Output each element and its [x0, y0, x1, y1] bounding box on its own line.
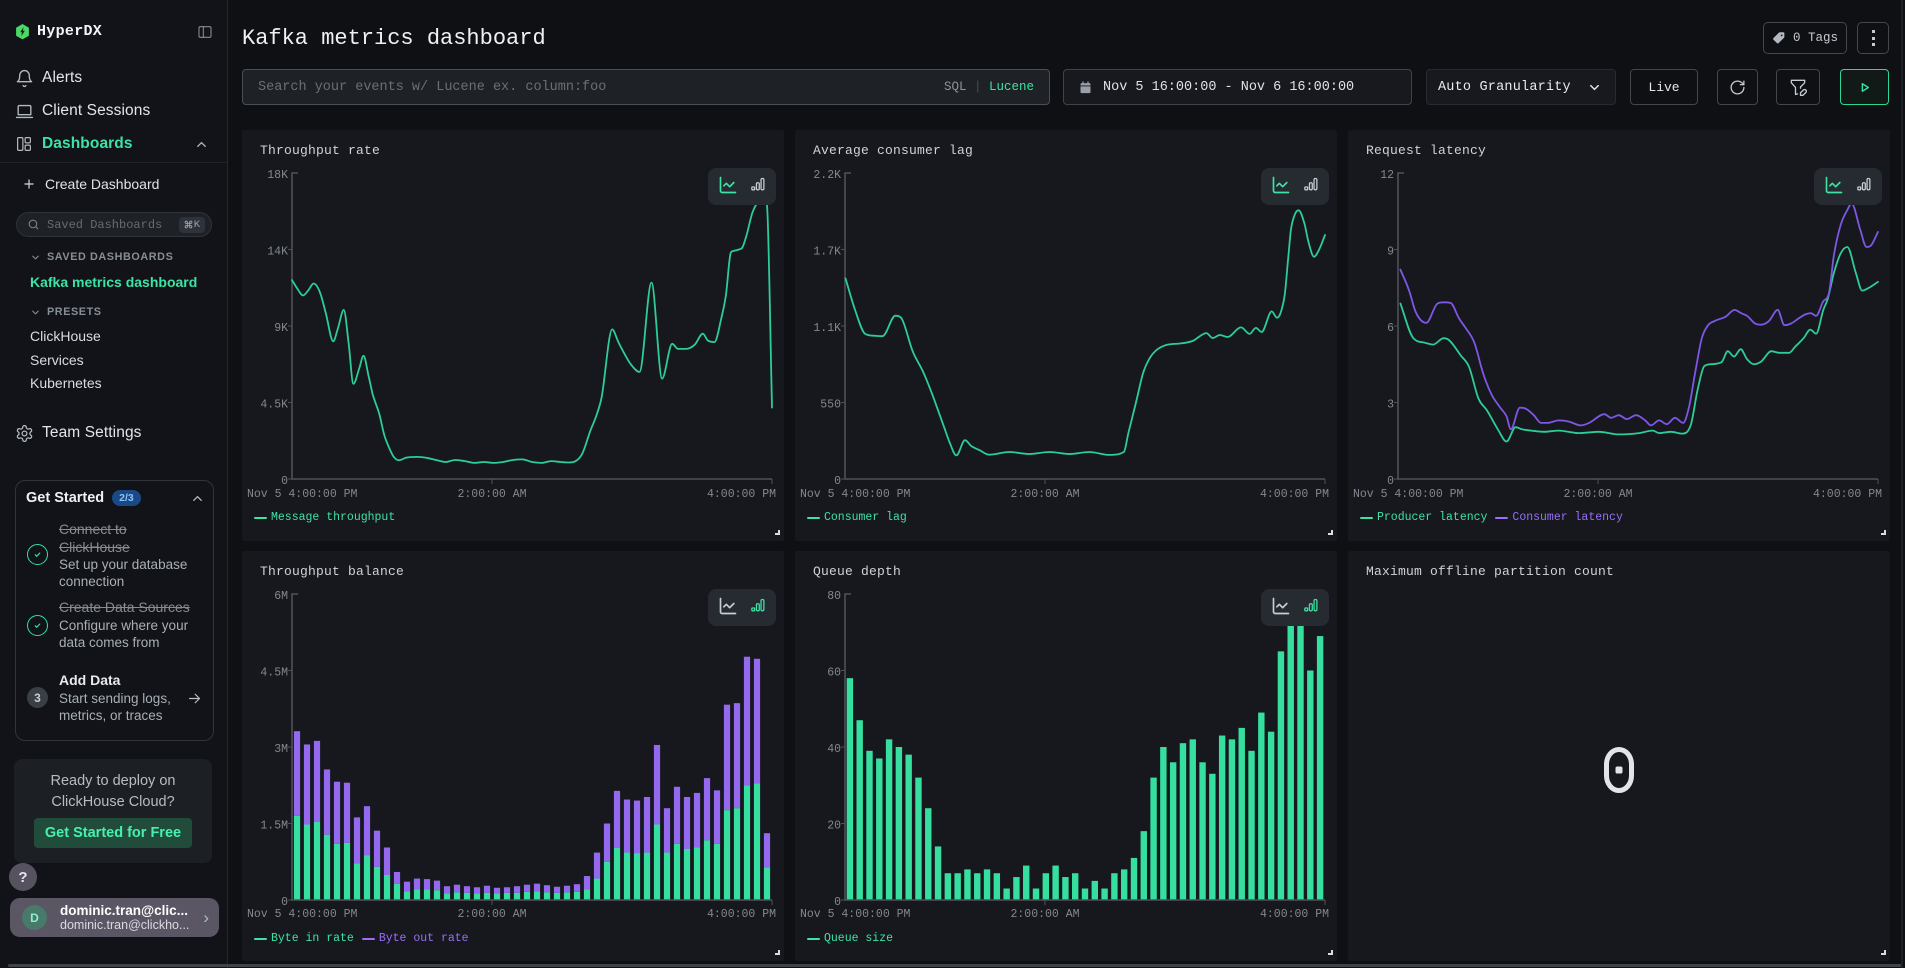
svg-text:4:00:00 PM: 4:00:00 PM — [1813, 488, 1882, 501]
svg-text:20: 20 — [827, 820, 841, 833]
svg-text:2:00:00 AM: 2:00:00 AM — [457, 908, 526, 921]
svg-text:0: 0 — [834, 475, 841, 488]
svg-text:2:00:00 AM: 2:00:00 AM — [457, 488, 526, 501]
svg-text:9: 9 — [1387, 246, 1394, 259]
svg-text:Nov 5 4:00:00 PM: Nov 5 4:00:00 PM — [800, 488, 911, 501]
svg-text:0: 0 — [281, 475, 288, 488]
svg-text:4.5K: 4.5K — [260, 399, 288, 412]
svg-text:4:00:00 PM: 4:00:00 PM — [707, 488, 776, 501]
svg-text:1.5M: 1.5M — [260, 820, 288, 833]
svg-text:0: 0 — [1387, 475, 1394, 488]
svg-text:Nov 5 4:00:00 PM: Nov 5 4:00:00 PM — [247, 488, 358, 501]
svg-text:1.1K: 1.1K — [813, 322, 841, 335]
svg-text:18K: 18K — [267, 169, 288, 182]
svg-text:2:00:00 AM: 2:00:00 AM — [1010, 488, 1079, 501]
svg-text:2:00:00 AM: 2:00:00 AM — [1010, 908, 1079, 921]
svg-text:12: 12 — [1380, 169, 1394, 182]
svg-text:4.5M: 4.5M — [260, 667, 288, 680]
svg-text:9K: 9K — [274, 322, 288, 335]
svg-text:550: 550 — [820, 399, 841, 412]
svg-text:4:00:00 PM: 4:00:00 PM — [1260, 908, 1329, 921]
svg-text:4:00:00 PM: 4:00:00 PM — [707, 908, 776, 921]
svg-text:80: 80 — [827, 590, 841, 603]
svg-text:4:00:00 PM: 4:00:00 PM — [1260, 488, 1329, 501]
svg-text:6M: 6M — [274, 590, 288, 603]
svg-text:Nov 5 4:00:00 PM: Nov 5 4:00:00 PM — [800, 908, 911, 921]
svg-text:Nov 5 4:00:00 PM: Nov 5 4:00:00 PM — [247, 908, 358, 921]
svg-text:1.7K: 1.7K — [813, 246, 841, 259]
svg-text:3M: 3M — [274, 743, 288, 756]
svg-text:2:00:00 AM: 2:00:00 AM — [1563, 488, 1632, 501]
svg-text:60: 60 — [827, 667, 841, 680]
svg-text:3: 3 — [1387, 399, 1394, 412]
svg-text:14K: 14K — [267, 246, 288, 259]
svg-text:Nov 5 4:00:00 PM: Nov 5 4:00:00 PM — [1353, 488, 1464, 501]
svg-text:40: 40 — [827, 743, 841, 756]
svg-text:6: 6 — [1387, 322, 1394, 335]
svg-text:2.2K: 2.2K — [813, 169, 841, 182]
